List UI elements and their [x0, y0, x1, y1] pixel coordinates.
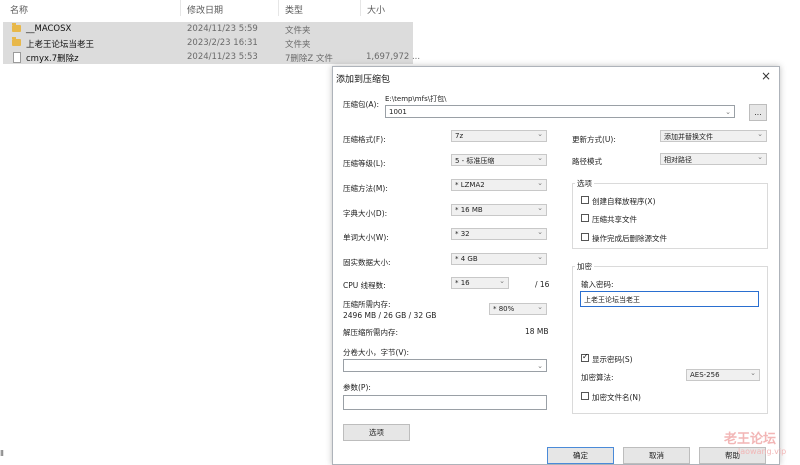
file-row[interactable]: cmyx.7删除z 2024/11/23 5:53 7删除Z 文件 1,697,…: [3, 50, 420, 64]
delete-after-label[interactable]: 操作完成后删除源文件: [592, 233, 667, 244]
folder-icon: [12, 23, 21, 32]
path-mode-label: 路径模式: [572, 157, 602, 166]
shared-files-checkbox[interactable]: [581, 214, 589, 222]
show-password-checkbox[interactable]: [581, 352, 589, 362]
file-name: 上老王论坛当老王: [26, 40, 95, 50]
file-name: cmyx.7删除z: [26, 54, 79, 64]
method-label: 压缩方法(M):: [343, 184, 388, 193]
encryption-method-select[interactable]: AES-256 ⌄: [686, 369, 760, 381]
chevron-down-icon: ⌄: [750, 369, 756, 377]
chevron-down-icon: ⌄: [537, 204, 543, 212]
update-mode-label: 更新方式(U):: [572, 135, 616, 144]
file-size: 1,697,972 ...: [366, 52, 421, 62]
memory-select[interactable]: * 80% ⌄: [489, 303, 547, 315]
solid-size-label: 固实数据大小:: [343, 258, 391, 267]
dialog-title: 添加到压缩包: [336, 75, 391, 85]
show-password-label[interactable]: 显示密码(S): [592, 354, 633, 365]
split-label: 分卷大小，字节(V):: [343, 348, 410, 357]
update-mode-select[interactable]: 添加并替换文件 ⌄: [660, 130, 767, 142]
archive-path: E:\temp\mfs\打包\: [385, 95, 447, 103]
memory-label: 压缩所需内存:: [343, 300, 391, 309]
status-fragment: Ⅱ: [0, 449, 4, 458]
chevron-down-icon: ⌄: [537, 303, 543, 311]
cpu-select[interactable]: * 16 ⌄: [451, 277, 509, 289]
archive-name-value: 1001: [389, 108, 407, 116]
memory-detail: 2496 MB / 26 GB / 32 GB: [343, 311, 437, 320]
file-date: 2023/2/23 16:31: [187, 38, 258, 48]
file-row[interactable]: __MACOSX 2024/11/23 5:59 文件夹: [3, 22, 413, 36]
encrypt-names-label[interactable]: 加密文件名(N): [592, 392, 641, 403]
options-button[interactable]: 选项: [343, 424, 410, 441]
split-size-combo[interactable]: ⌄: [343, 359, 547, 372]
folder-icon: [12, 37, 21, 46]
method-select[interactable]: * LZMA2 ⌄: [451, 179, 547, 191]
column-divider[interactable]: [278, 0, 279, 16]
params-input[interactable]: [343, 395, 547, 410]
shared-files-label[interactable]: 压缩共享文件: [592, 214, 637, 225]
chevron-down-icon: ⌄: [537, 154, 543, 162]
encrypt-names-checkbox[interactable]: [581, 392, 589, 400]
password-label: 输入密码:: [581, 280, 614, 289]
level-select[interactable]: 5 - 标准压缩 ⌄: [451, 154, 547, 166]
cpu-max: / 16: [535, 280, 550, 289]
file-name: __MACOSX: [26, 24, 72, 34]
chevron-down-icon: ⌄: [537, 179, 543, 187]
dictionary-select[interactable]: * 16 MB ⌄: [451, 204, 547, 216]
options-group-title: 选项: [575, 178, 594, 189]
close-icon[interactable]: ×: [761, 69, 771, 83]
column-divider[interactable]: [180, 0, 181, 16]
file-icon: [13, 52, 21, 63]
password-input[interactable]: 上老王论坛当老王: [580, 291, 759, 307]
chevron-down-icon[interactable]: ⌄: [725, 108, 731, 116]
cpu-label: CPU 线程数:: [343, 281, 386, 290]
encryption-method-label: 加密算法:: [581, 373, 614, 382]
ok-button[interactable]: 确定: [547, 447, 614, 464]
watermark-url: laowang.vip: [738, 447, 787, 456]
chevron-down-icon: ⌄: [757, 130, 763, 138]
file-type: 文件夹: [285, 26, 311, 36]
archive-name-combo[interactable]: 1001 ⌄: [385, 105, 735, 118]
chevron-down-icon[interactable]: ⌄: [537, 362, 543, 370]
path-mode-select[interactable]: 相对路径 ⌄: [660, 153, 767, 165]
file-row[interactable]: 上老王论坛当老王 2023/2/23 16:31 文件夹: [3, 36, 413, 50]
chevron-down-icon: ⌄: [537, 253, 543, 261]
sfx-checkbox[interactable]: [581, 196, 589, 204]
column-header-size[interactable]: 大小: [367, 3, 385, 16]
browse-button[interactable]: ...: [749, 104, 767, 121]
chevron-down-icon: ⌄: [537, 228, 543, 236]
encryption-group-title: 加密: [575, 261, 594, 272]
column-header-date[interactable]: 修改日期: [187, 3, 223, 16]
watermark-logo: 老王论坛: [724, 432, 777, 447]
file-date: 2024/11/23 5:53: [187, 52, 258, 62]
word-size-select[interactable]: * 32 ⌄: [451, 228, 547, 240]
chevron-down-icon: ⌄: [499, 277, 505, 285]
decompress-memory-label: 解压缩所需内存:: [343, 328, 399, 337]
word-size-label: 单词大小(W):: [343, 233, 389, 242]
column-header-name[interactable]: 名称: [10, 3, 28, 16]
chevron-down-icon: ⌄: [757, 153, 763, 161]
file-type: 7删除Z 文件: [285, 54, 333, 64]
archive-label: 压缩包(A):: [343, 100, 380, 109]
chevron-down-icon: ⌄: [537, 130, 543, 138]
dictionary-label: 字典大小(D):: [343, 209, 388, 218]
level-label: 压缩等级(L):: [343, 159, 386, 168]
column-divider[interactable]: [360, 0, 361, 16]
solid-size-select[interactable]: * 4 GB ⌄: [451, 253, 547, 265]
delete-after-checkbox[interactable]: [581, 233, 589, 241]
cancel-button[interactable]: 取消: [623, 447, 690, 464]
column-header-type[interactable]: 类型: [285, 3, 303, 16]
decompress-memory-value: 18 MB: [525, 327, 549, 336]
format-label: 压缩格式(F):: [343, 135, 386, 144]
sfx-label[interactable]: 创建自释放程序(X): [592, 196, 656, 207]
file-type: 文件夹: [285, 40, 311, 50]
file-date: 2024/11/23 5:59: [187, 24, 258, 34]
params-label: 参数(P):: [343, 383, 371, 392]
format-select[interactable]: 7z ⌄: [451, 130, 547, 142]
add-to-archive-dialog: 添加到压缩包 × 压缩包(A): E:\temp\mfs\打包\ 1001 ⌄ …: [332, 66, 780, 465]
